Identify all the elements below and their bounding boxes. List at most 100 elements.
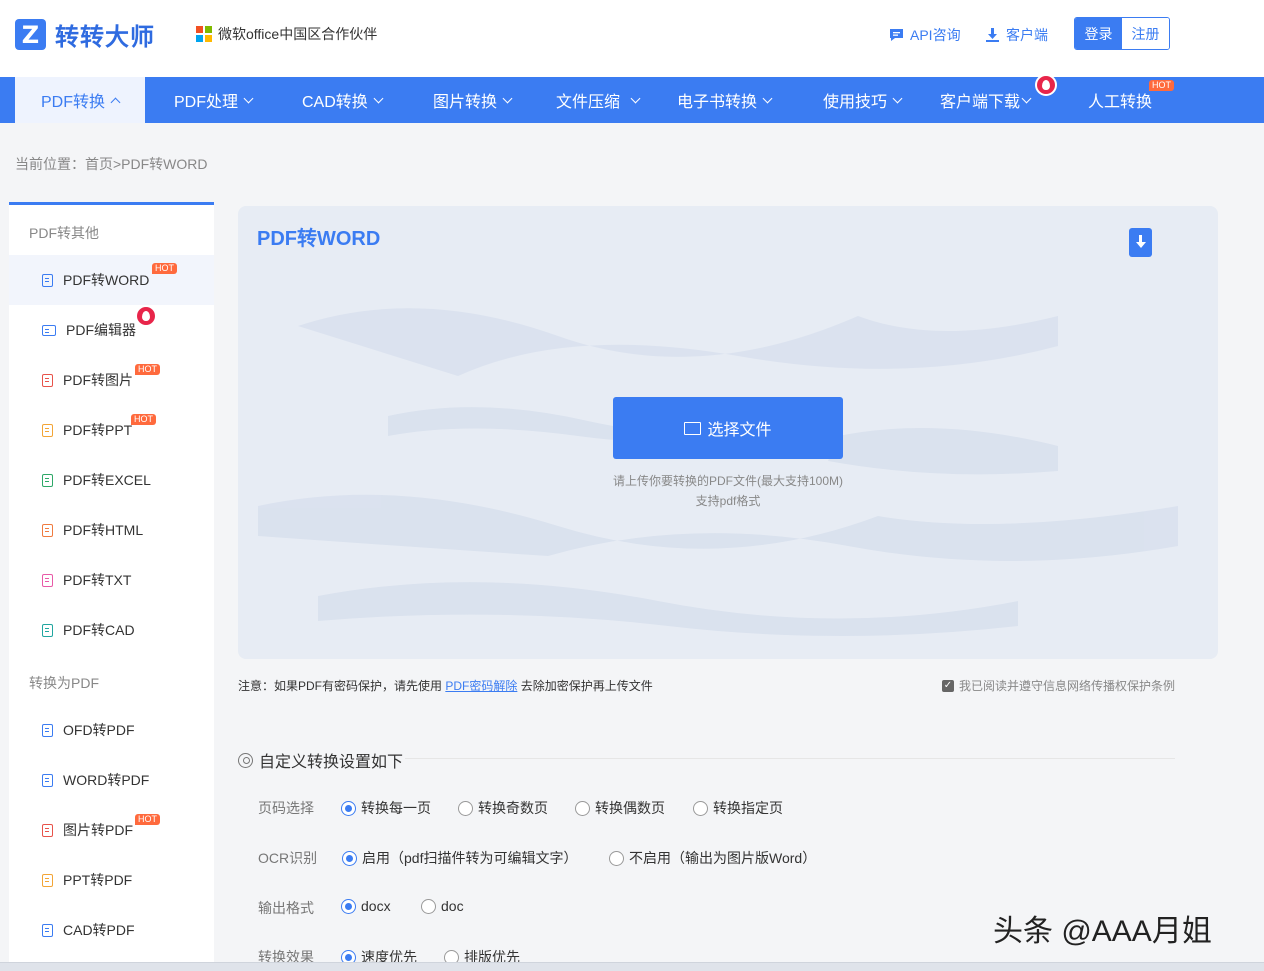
ppt-doc-icon <box>42 873 53 887</box>
nav-pdf-convert[interactable]: PDF转换 <box>15 77 145 123</box>
password-note: 注意：如果PDF有密码保护，请先使用 PDF密码解除 去除加密保护再上传文件 <box>238 679 653 693</box>
logo-mark-icon: Z <box>15 19 46 50</box>
chevron-down-icon <box>762 93 773 103</box>
nav-client-download[interactable]: 客户端下载 <box>940 77 1032 123</box>
radio-icon <box>693 800 708 816</box>
auth-group: 登录 注册 <box>1074 17 1170 50</box>
top-header: Z 转转大师 微软office中国区合作伙伴 API咨询 客户端 登录 注册 <box>0 0 1264 77</box>
sidebar-item-pdf-to-cad[interactable]: PDF转CAD <box>9 605 214 655</box>
choose-file-button[interactable]: 选择文件 <box>613 397 843 459</box>
radio-doc[interactable]: doc <box>421 898 464 914</box>
client-link[interactable]: 客户端 <box>985 25 1048 45</box>
html-doc-icon <box>42 523 53 537</box>
logo[interactable]: Z 转转大师 <box>15 17 155 52</box>
excel-doc-icon <box>42 473 53 487</box>
radio-every-page[interactable]: 转换每一页 <box>341 798 431 818</box>
radio-specified-pages[interactable]: 转换指定页 <box>693 798 783 818</box>
image-doc-icon <box>42 823 53 837</box>
word-doc-icon <box>42 273 53 287</box>
hot-badge: HOT <box>135 814 160 825</box>
chevron-down-icon <box>243 93 254 103</box>
sidebar-group-pdf-to-other: PDF转其他 <box>29 225 99 241</box>
register-button[interactable]: 注册 <box>1122 18 1169 49</box>
sidebar-item-pdf-to-image[interactable]: PDF转图片 HOT <box>9 355 214 405</box>
ppt-doc-icon <box>42 423 53 437</box>
upload-panel[interactable]: PDF转WORD 选择文件 请上传你要转换的PDF文件(最大支持100M) 支持… <box>238 206 1218 659</box>
sidebar-item-ofd-to-pdf[interactable]: OFD转PDF <box>9 705 214 755</box>
hot-badge: HOT <box>131 414 156 425</box>
radio-icon <box>458 800 473 816</box>
agree-checkbox[interactable]: ✓ <box>942 679 954 692</box>
sidebar-group-to-pdf: 转换为PDF <box>29 675 99 691</box>
sidebar-item-pdf-to-txt[interactable]: PDF转TXT <box>9 555 214 605</box>
word-doc-icon <box>42 773 53 787</box>
chevron-down-icon <box>1021 93 1032 103</box>
settings-title: 自定义转换设置如下 <box>238 748 403 772</box>
sidebar-item-pdf-to-excel[interactable]: PDF转EXCEL <box>9 455 214 505</box>
breadcrumb: 当前位置：首页>PDF转WORD <box>15 156 208 172</box>
chevron-down-icon <box>892 93 903 103</box>
divider <box>405 758 1175 759</box>
sidebar-item-cad-to-pdf[interactable]: CAD转PDF <box>9 905 214 955</box>
radio-icon <box>575 800 590 816</box>
upload-title: PDF转WORD <box>257 228 381 250</box>
chat-icon <box>890 29 903 41</box>
radio-even-pages[interactable]: 转换偶数页 <box>575 798 665 818</box>
radio-icon <box>421 898 436 914</box>
download-button[interactable] <box>1129 228 1152 257</box>
radio-ocr-off[interactable]: 不启用（输出为图片版Word） <box>609 848 816 868</box>
radio-odd-pages[interactable]: 转换奇数页 <box>458 798 548 818</box>
cad-doc-icon <box>42 923 53 937</box>
output-format-label: 输出格式 <box>258 900 314 916</box>
chevron-down-icon <box>502 93 513 103</box>
radio-icon <box>341 898 356 914</box>
chevron-down-icon <box>630 93 641 103</box>
api-link[interactable]: API咨询 <box>889 25 961 45</box>
format-hint: 支持pdf格式 <box>695 494 761 508</box>
nav-ebook[interactable]: 电子书转换 <box>677 77 773 123</box>
sidebar-item-ppt-to-pdf[interactable]: PPT转PDF <box>9 855 214 905</box>
image-doc-icon <box>42 373 53 387</box>
sidebar-item-pdf-editor[interactable]: PDF编辑器 <box>9 305 214 355</box>
folder-icon <box>684 421 702 435</box>
fire-icon <box>1035 74 1057 96</box>
partner-label: 微软office中国区合作伙伴 <box>196 24 377 44</box>
nav-tips[interactable]: 使用技巧 <box>823 77 903 123</box>
nav-cad-convert[interactable]: CAD转换 <box>302 77 384 123</box>
nav-manual-convert[interactable]: 人工转换 <box>1088 77 1152 123</box>
sidebar-item-pdf-to-ppt[interactable]: PDF转PPT HOT <box>9 405 214 455</box>
hot-badge: HOT <box>1149 80 1174 91</box>
agreement[interactable]: ✓ 我已阅读并遵守信息网络传播权保护条例 <box>942 677 1175 694</box>
nav-compress[interactable]: 文件压缩 <box>556 77 641 123</box>
watermark: 头条 @AAA月姐 <box>993 915 1212 948</box>
sidebar-item-pdf-to-word[interactable]: PDF转WORD HOT <box>9 255 214 305</box>
hot-badge: HOT <box>135 364 160 375</box>
ocr-label: OCR识别 <box>258 850 318 866</box>
chevron-down-icon <box>373 93 384 103</box>
radio-icon <box>342 850 357 866</box>
radio-ocr-on[interactable]: 启用（pdf扫描件转为可编辑文字） <box>342 848 577 868</box>
password-remove-link[interactable]: PDF密码解除 <box>445 679 517 693</box>
login-button[interactable]: 登录 <box>1075 18 1122 49</box>
sidebar-item-pdf-to-html[interactable]: PDF转HTML <box>9 505 214 555</box>
cad-doc-icon <box>42 623 53 637</box>
sidebar: PDF转其他 PDF转WORD HOT PDF编辑器 PDF转图片 HOT PD… <box>9 202 214 971</box>
download-icon <box>1135 234 1146 248</box>
partner-text: 微软office中国区合作伙伴 <box>218 26 378 42</box>
nav-pdf-process[interactable]: PDF处理 <box>174 77 254 123</box>
taskbar <box>0 962 1264 971</box>
page-select-label: 页码选择 <box>258 800 314 816</box>
hot-badge: HOT <box>152 263 177 274</box>
sidebar-item-image-to-pdf[interactable]: 图片转PDF HOT <box>9 805 214 855</box>
monitor-icon <box>42 324 56 336</box>
upload-hint: 请上传你要转换的PDF文件(最大支持100M) <box>612 474 843 488</box>
logo-text: 转转大师 <box>55 24 155 51</box>
nav-image-convert[interactable]: 图片转换 <box>433 77 513 123</box>
download-icon <box>986 28 999 42</box>
sidebar-item-word-to-pdf[interactable]: WORD转PDF <box>9 755 214 805</box>
gear-icon <box>238 752 253 768</box>
radio-icon <box>341 800 356 816</box>
radio-docx[interactable]: docx <box>341 898 391 914</box>
main-nav: PDF转换 PDF处理 CAD转换 图片转换 文件压缩 电子书转换 使用技巧 客… <box>0 74 1264 123</box>
radio-icon <box>609 850 624 866</box>
